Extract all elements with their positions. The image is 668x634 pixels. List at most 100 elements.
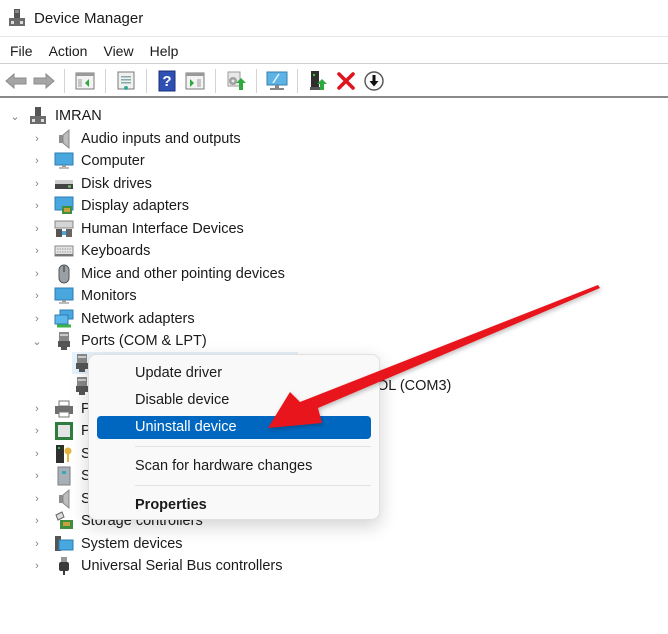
update-driver-icon — [227, 71, 246, 90]
disable-device-button[interactable] — [362, 69, 386, 93]
uninstall-device-icon — [337, 71, 355, 90]
chevron-right-icon[interactable]: › — [30, 177, 44, 191]
tree-item-label: Disk drives — [81, 176, 152, 192]
chevron-down-icon[interactable]: ⌄ — [8, 109, 22, 123]
menu-view[interactable]: View — [95, 38, 141, 64]
keyboard-icon — [54, 241, 74, 261]
tree-item-label: Display adapters — [81, 198, 189, 214]
tree-item-mice[interactable]: › Mice and other pointing devices — [30, 263, 285, 285]
title-bar: Device Manager — [0, 0, 668, 37]
chevron-right-icon[interactable]: › — [30, 559, 44, 573]
computer-tower-icon — [28, 106, 48, 126]
toolbar-separator — [146, 68, 147, 93]
tree-item-system-devices[interactable]: › System devices — [30, 533, 183, 555]
usb-icon — [54, 556, 74, 576]
chevron-right-icon[interactable]: › — [30, 132, 44, 146]
chevron-right-icon[interactable]: › — [30, 199, 44, 213]
menu-item-scan-hardware[interactable]: Scan for hardware changes — [97, 455, 371, 478]
disk-drive-icon — [54, 174, 74, 194]
disable-device-icon — [364, 70, 384, 91]
properties-icon — [117, 71, 135, 90]
tree-item-printers[interactable]: › Pr — [30, 398, 96, 420]
toolbar-separator — [105, 68, 106, 93]
tree-root[interactable]: ⌄ IMRAN — [8, 105, 102, 127]
uninstall-device-button[interactable] — [334, 69, 358, 93]
menu-file[interactable]: File — [2, 38, 41, 64]
forward-arrow-icon — [33, 72, 55, 89]
storage-controller-icon — [54, 511, 74, 531]
monitor-icon — [54, 286, 74, 306]
context-menu: Update driver Disable device Uninstall d… — [88, 354, 380, 520]
tree-item-hid[interactable]: › Human Interface Devices — [30, 218, 244, 240]
help-icon: ? — [158, 70, 176, 91]
forward-button[interactable] — [32, 69, 56, 93]
svg-text:?: ? — [162, 73, 171, 90]
show-hide-console-tree-icon — [75, 72, 95, 89]
monitor-icon — [54, 151, 74, 171]
tree-item-monitors[interactable]: › Monitors — [30, 285, 137, 307]
menu-help[interactable]: Help — [142, 38, 187, 64]
chevron-right-icon[interactable]: › — [30, 402, 44, 416]
device-manager-icon — [9, 9, 25, 26]
scan-hardware-button[interactable] — [265, 69, 289, 93]
chevron-right-icon[interactable]: › — [30, 267, 44, 281]
hid-icon — [54, 219, 74, 239]
menu-separator — [135, 485, 371, 486]
menu-bar: File Action View Help — [0, 38, 668, 64]
chevron-right-icon[interactable]: › — [30, 537, 44, 551]
menu-item-uninstall-device[interactable]: Uninstall device — [97, 416, 371, 439]
chevron-right-icon[interactable]: › — [30, 289, 44, 303]
tree-item-label: Monitors — [81, 288, 137, 304]
system-devices-icon — [54, 534, 74, 554]
toolbar-separator — [297, 68, 298, 93]
toolbar-separator — [256, 68, 257, 93]
chevron-right-icon[interactable]: › — [30, 469, 44, 483]
window-title: Device Manager — [34, 9, 144, 27]
printer-icon — [54, 399, 74, 419]
help-button[interactable]: ? — [155, 69, 179, 93]
tree-item-label: Human Interface Devices — [81, 221, 244, 237]
chevron-down-icon[interactable]: ⌄ — [30, 334, 44, 348]
menu-item-update-driver[interactable]: Update driver — [97, 362, 371, 385]
network-adapter-icon — [54, 309, 74, 329]
chevron-right-icon[interactable]: › — [30, 154, 44, 168]
tree-item-label: Ports (COM & LPT) — [81, 333, 207, 349]
toolbar-separator — [64, 68, 65, 93]
enable-device-button[interactable] — [306, 69, 330, 93]
speaker-icon — [54, 489, 74, 509]
tree-item-network-adapters[interactable]: › Network adapters — [30, 308, 195, 330]
back-button[interactable] — [4, 69, 28, 93]
tree-item-display-adapters[interactable]: › Display adapters — [30, 195, 189, 217]
menu-item-disable-device[interactable]: Disable device — [97, 389, 371, 412]
security-device-icon — [54, 444, 74, 464]
chevron-right-icon[interactable]: › — [30, 447, 44, 461]
properties-button[interactable] — [114, 69, 138, 93]
tree-item-label: OL (COM3) — [377, 378, 452, 394]
tree-item-disk-drives[interactable]: › Disk drives — [30, 173, 152, 195]
menu-action[interactable]: Action — [41, 38, 96, 64]
tree-item-usb-controllers[interactable]: › Universal Serial Bus controllers — [30, 555, 282, 577]
chevron-right-icon[interactable]: › — [30, 312, 44, 326]
chevron-right-icon[interactable]: › — [30, 424, 44, 438]
toolbar: ? — [0, 65, 668, 98]
update-driver-button[interactable] — [224, 69, 248, 93]
tree-item-audio[interactable]: › Audio inputs and outputs — [30, 128, 241, 150]
show-hide-console-tree-button[interactable] — [73, 69, 97, 93]
chevron-right-icon[interactable]: › — [30, 492, 44, 506]
scan-hardware-icon — [266, 71, 288, 90]
tree-item-label: Keyboards — [81, 243, 151, 259]
menu-separator — [135, 446, 371, 447]
chevron-right-icon[interactable]: › — [30, 244, 44, 258]
tree-item-keyboards[interactable]: › Keyboards — [30, 240, 150, 262]
tree-item-processors[interactable]: › Pr — [30, 420, 96, 442]
tree-item-ports[interactable]: ⌄ Ports (COM & LPT) — [30, 330, 207, 352]
show-hide-action-pane-button[interactable] — [183, 69, 207, 93]
tree-item-label: Network adapters — [81, 311, 195, 327]
mouse-icon — [54, 264, 74, 284]
menu-item-properties[interactable]: Properties — [97, 494, 371, 517]
chevron-right-icon[interactable]: › — [30, 514, 44, 528]
chevron-right-icon[interactable]: › — [30, 222, 44, 236]
tree-item-label: System devices — [81, 536, 183, 552]
tree-item-computer[interactable]: › Computer — [30, 150, 145, 172]
tree-item-label: Mice and other pointing devices — [81, 266, 285, 282]
